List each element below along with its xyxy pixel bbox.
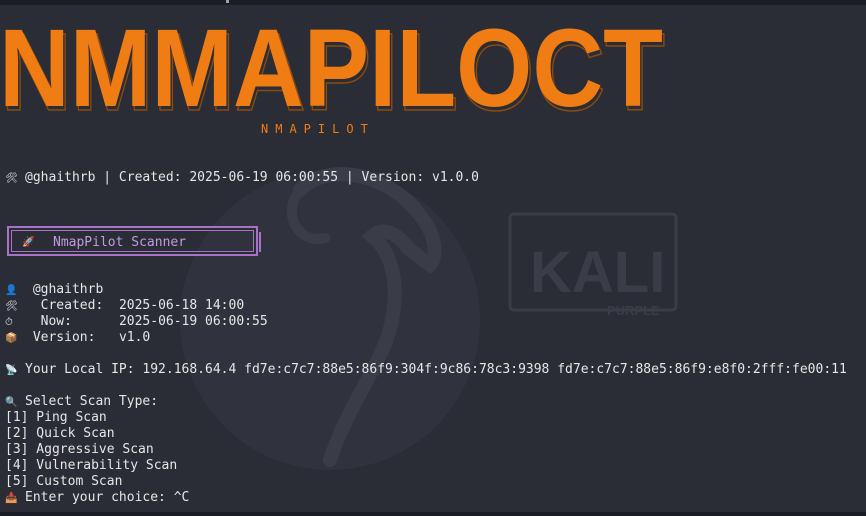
now-label: Now: (40, 314, 72, 329)
info-created-line: 🛠 Created: 2025-06-18 14:00 (5, 298, 244, 315)
hammer-wrench-icon: 🛠 (5, 173, 18, 184)
package-icon: 📦 (5, 333, 18, 344)
menu-heading: Select Scan Type: (25, 394, 159, 409)
version-value: v1.0 (118, 330, 151, 345)
version-label: Version: (32, 330, 96, 345)
menu-option: [4] Vulnerability Scan (5, 458, 178, 473)
user-icon: 👤 (5, 285, 18, 296)
top-bar-marker (226, 0, 229, 3)
menu-option: [2] Quick Scan (5, 426, 115, 441)
menu-heading-line: 🔍 Select Scan Type: (5, 394, 158, 411)
now-value: 2025-06-19 06:00:55 (118, 314, 268, 329)
choice-prompt: Enter your choice: ^C (25, 490, 190, 505)
stopwatch-icon: ⏱ (5, 317, 13, 328)
rocket-icon: 🚀 (22, 237, 35, 248)
box-edge (259, 232, 261, 252)
wallpaper-brand-text: KALI (530, 240, 665, 305)
ascii-banner: NMMAPILOCT NMMAPILOCT (3, 18, 666, 120)
window-top-bar (0, 0, 866, 5)
menu-option: [1] Ping Scan (5, 410, 107, 425)
menu-option: [5] Custom Scan (5, 474, 123, 489)
choice-prompt-line[interactable]: 📥 Enter your choice: ^C (5, 490, 189, 507)
magnifier-icon: 🔍 (5, 397, 18, 408)
inbox-icon: 📥 (5, 493, 18, 504)
local-ip-line: 📡 Your Local IP: 192.168.64.4 fd7e:c7c7:8… (5, 362, 847, 379)
created-value: 2025-06-18 14:00 (118, 298, 245, 313)
scanner-title: NmapPilot Scanner (53, 235, 187, 250)
wallpaper-edition-text: PURPLE (607, 303, 660, 318)
created-label: Created: (40, 298, 104, 313)
satellite-icon: 📡 (5, 365, 18, 376)
scanner-title-box: 🚀 NmapPilot Scanner (7, 226, 258, 256)
window-bottom-bar (0, 512, 866, 516)
info-user-line: 👤 @ghaithrb (5, 282, 103, 299)
meta-line-text: @ghaithrb | Created: 2025-06-19 06:00:55… (25, 170, 479, 185)
banner-title: NMMAPILOCT (3, 18, 663, 120)
hammer-wrench-icon: 🛠 (5, 301, 18, 312)
menu-option: [3] Aggressive Scan (5, 442, 154, 457)
info-now-line: ⏱ Now: 2025-06-19 06:00:55 (5, 314, 268, 331)
info-version-line: 📦 Version: v1.0 (5, 330, 150, 347)
info-user: @ghaithrb (32, 282, 104, 297)
banner-subtitle: NMAPILOT (261, 122, 375, 136)
local-ip-text: Your Local IP: 192.168.64.4 fd7e:c7c7:88… (25, 362, 847, 377)
meta-line: 🛠 @ghaithrb | Created: 2025-06-19 06:00:5… (5, 170, 479, 187)
